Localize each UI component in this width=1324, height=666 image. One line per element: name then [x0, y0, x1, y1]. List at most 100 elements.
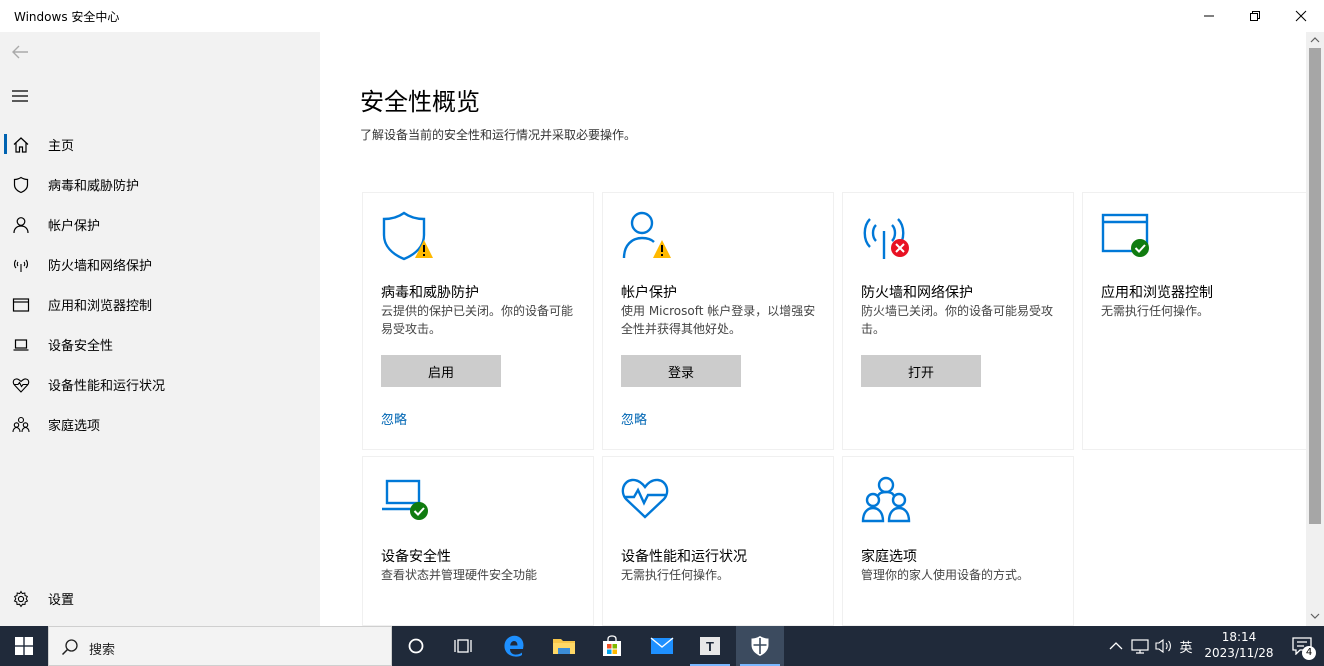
close-button[interactable]	[1278, 0, 1324, 32]
sign-in-button[interactable]: 登录	[621, 355, 741, 387]
chevron-up-icon	[1109, 642, 1123, 650]
sidebar-item-label: 设备性能和运行状况	[48, 379, 166, 394]
search-placeholder: 搜索	[89, 643, 116, 658]
sidebar-item-device-security[interactable]: 设备安全性	[0, 324, 320, 364]
app-t-icon: T	[700, 637, 720, 655]
family-icon	[12, 416, 30, 433]
heart-icon	[12, 378, 30, 393]
selection-indicator	[4, 134, 7, 154]
scrollbar-thumb[interactable]	[1309, 48, 1321, 524]
sidebar-item-device-health[interactable]: 设备性能和运行状况	[0, 364, 320, 404]
enable-button[interactable]: 启用	[381, 355, 501, 387]
dismiss-link[interactable]: 忽略	[621, 409, 647, 428]
title-bar: Windows 安全中心	[0, 0, 1324, 32]
browser-ok-icon	[1101, 213, 1149, 257]
taskbar-clock[interactable]: 18:14 2023/11/28	[1194, 629, 1284, 661]
edge-icon	[504, 635, 524, 657]
card-device-security[interactable]: 设备安全性 查看状态并管理硬件安全功能	[362, 456, 594, 626]
card-description: 管理你的家人使用设备的方式。	[861, 568, 1030, 582]
task-view-icon	[454, 639, 472, 653]
card-virus-protection[interactable]: 病毒和威胁防护 云提供的保护已关闭。你的设备可能易受攻击。 启用 忽略	[362, 192, 594, 450]
task-view-button[interactable]	[440, 626, 488, 666]
card-description: 查看状态并管理硬件安全功能	[381, 568, 538, 582]
antenna-error-icon	[863, 218, 909, 259]
sidebar-item-label: 设置	[48, 593, 75, 608]
input-method-button[interactable]: 英	[1176, 636, 1196, 656]
svg-text:T: T	[706, 639, 714, 654]
taskbar-app-windows-security[interactable]	[736, 626, 784, 666]
cortana-button[interactable]	[392, 626, 440, 666]
cortana-circle-icon	[408, 638, 424, 654]
action-center-button[interactable]: 4	[1282, 626, 1324, 666]
home-icon	[13, 137, 29, 153]
sidebar-item-label: 家庭选项	[48, 419, 101, 434]
store-bag-icon	[603, 635, 621, 656]
card-title: 设备安全性	[381, 549, 451, 565]
wifi-antenna-icon	[13, 259, 29, 272]
vertical-scrollbar[interactable]	[1306, 32, 1324, 626]
minimize-button[interactable]	[1186, 0, 1232, 32]
shield-icon	[13, 176, 29, 194]
clock-time: 18:14	[1221, 630, 1257, 644]
input-method-label: 英	[1179, 640, 1193, 656]
back-arrow-icon[interactable]	[10, 42, 30, 62]
taskbar-app-edge[interactable]	[490, 626, 538, 666]
sidebar-item-firewall[interactable]: 防火墙和网络保护	[0, 244, 320, 284]
dismiss-link[interactable]: 忽略	[381, 409, 407, 428]
taskbar-search-box[interactable]: 搜索	[48, 626, 392, 666]
card-firewall[interactable]: 防火墙和网络保护 防火墙已关闭。你的设备可能易受攻击。 打开	[842, 192, 1074, 450]
card-app-browser-control[interactable]: 应用和浏览器控制 无需执行任何操作。	[1082, 192, 1306, 450]
restore-button[interactable]	[1232, 0, 1278, 32]
turn-on-button[interactable]: 打开	[861, 355, 981, 387]
card-device-health[interactable]: 设备性能和运行状况 无需执行任何操作。	[602, 456, 834, 626]
sidebar: 主页 病毒和威胁防护 帐户保护 防火墙和网络保护 应用和浏览器控制 设备安全性 …	[0, 32, 320, 626]
card-description: 使用 Microsoft 帐户登录，以增强安全性并获得其他好处。	[621, 304, 816, 336]
card-family-options[interactable]: 家庭选项 管理你的家人使用设备的方式。	[842, 456, 1074, 626]
browser-window-icon	[12, 298, 30, 312]
laptop-icon	[13, 339, 29, 351]
mail-envelope-icon	[650, 637, 674, 654]
person-icon	[13, 217, 29, 234]
hamburger-menu-icon[interactable]	[10, 86, 30, 106]
taskbar-app-teams[interactable]: T	[686, 626, 734, 666]
card-description: 防火墙已关闭。你的设备可能易受攻击。	[861, 304, 1054, 336]
sidebar-item-app-browser[interactable]: 应用和浏览器控制	[0, 284, 320, 324]
sidebar-item-virus-protection[interactable]: 病毒和威胁防护	[0, 164, 320, 204]
scroll-down-arrow-icon[interactable]	[1310, 612, 1320, 620]
taskbar-app-file-explorer[interactable]	[540, 626, 588, 666]
card-account-protection[interactable]: 帐户保护 使用 Microsoft 帐户登录，以增强安全性并获得其他好处。 登录…	[602, 192, 834, 450]
sidebar-item-label: 设备安全性	[48, 339, 114, 354]
taskbar-app-mail[interactable]	[638, 626, 686, 666]
volume-tray-button[interactable]	[1154, 636, 1174, 656]
card-description: 无需执行任何操作。	[621, 568, 730, 582]
sidebar-item-label: 帐户保护	[48, 219, 101, 234]
heart-pulse-icon	[621, 478, 669, 519]
sidebar-item-label: 防火墙和网络保护	[48, 259, 153, 274]
card-title: 防火墙和网络保护	[861, 285, 973, 301]
gear-icon	[13, 590, 29, 608]
speaker-icon	[1155, 638, 1171, 654]
page-subtitle: 了解设备当前的安全性和运行情况并采取必要操作。	[360, 128, 637, 142]
notification-badge: 4	[1302, 646, 1316, 660]
sidebar-item-home[interactable]: 主页	[0, 124, 320, 164]
start-button[interactable]	[0, 626, 48, 666]
sidebar-item-label: 应用和浏览器控制	[48, 299, 153, 314]
scroll-up-arrow-icon[interactable]	[1310, 36, 1320, 44]
card-title: 家庭选项	[861, 549, 917, 565]
page-title: 安全性概览	[360, 88, 480, 116]
sidebar-item-settings[interactable]: 设置	[0, 578, 320, 618]
network-tray-button[interactable]	[1130, 636, 1150, 656]
sidebar-item-family[interactable]: 家庭选项	[0, 404, 320, 444]
security-shield-icon	[751, 636, 769, 656]
show-hidden-icons-button[interactable]	[1106, 636, 1126, 656]
folder-icon	[553, 639, 575, 654]
taskbar: 搜索 T 英 18:14 2023/11/28 4	[0, 626, 1324, 666]
taskbar-app-store[interactable]	[588, 626, 636, 666]
network-monitor-icon	[1131, 639, 1149, 654]
laptop-ok-icon	[382, 479, 428, 520]
clock-date: 2023/11/28	[1204, 646, 1274, 660]
sidebar-item-label: 主页	[48, 139, 75, 154]
sidebar-item-account[interactable]: 帐户保护	[0, 204, 320, 244]
card-title: 应用和浏览器控制	[1101, 285, 1213, 301]
main-content: 安全性概览 了解设备当前的安全性和运行情况并采取必要操作。 病毒和威胁防护 云提…	[320, 32, 1306, 626]
